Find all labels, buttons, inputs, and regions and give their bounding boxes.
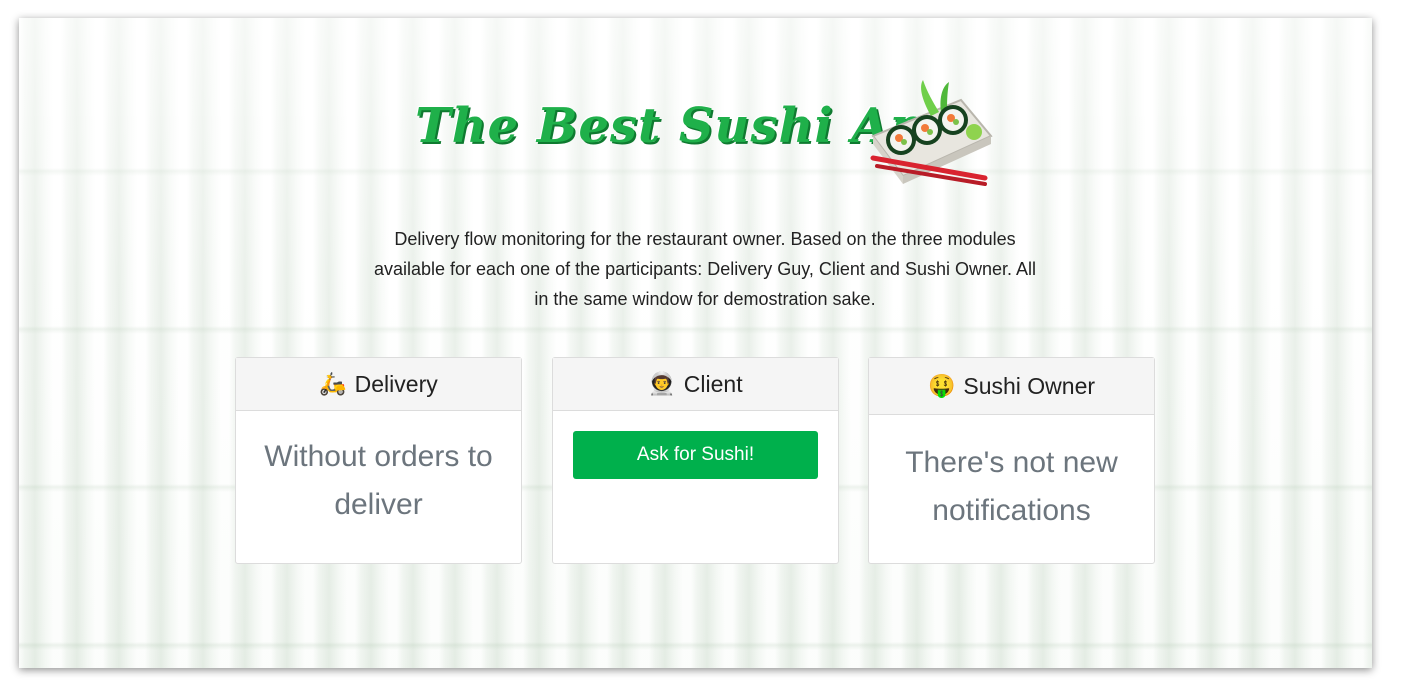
delivery-card-header: 🛵 Delivery (236, 358, 521, 411)
ask-for-sushi-button[interactable]: Ask for Sushi! (573, 431, 818, 479)
owner-card-header: 🤑 Sushi Owner (869, 358, 1154, 415)
modules-row: 🛵 Delivery Without orders to deliver 👨‍🚀… (235, 357, 1155, 564)
astronaut-icon: 👨‍🚀 (648, 371, 676, 396)
client-card-title: Client (683, 370, 743, 397)
sushi-plate-icon (870, 80, 993, 186)
owner-empty-message: There's not new notifications (905, 446, 1118, 527)
owner-card-title: Sushi Owner (963, 372, 1096, 399)
money-mouth-face-icon: 🤑 (927, 373, 956, 398)
delivery-empty-message: Without orders to deliver (264, 440, 493, 521)
client-card-header: 👨‍🚀 Client (553, 358, 838, 411)
app-window: The Best Sushi App Delivery flow monitor… (19, 18, 1372, 668)
app-description: Delivery flow monitoring for the restaur… (373, 229, 1037, 309)
client-card: 👨‍🚀 Client Ask for Sushi! (552, 357, 839, 564)
scooter-icon: 🛵 (319, 371, 347, 396)
client-card-body: Ask for Sushi! (553, 411, 838, 497)
owner-card-body: There's not new notifications (869, 415, 1154, 553)
delivery-card-body: Without orders to deliver (236, 411, 521, 547)
app-header: The Best Sushi App (415, 78, 995, 188)
owner-card: 🤑 Sushi Owner There's not new notificati… (868, 357, 1155, 564)
delivery-card-title: Delivery (354, 370, 438, 397)
delivery-card: 🛵 Delivery Without orders to deliver (235, 357, 522, 564)
